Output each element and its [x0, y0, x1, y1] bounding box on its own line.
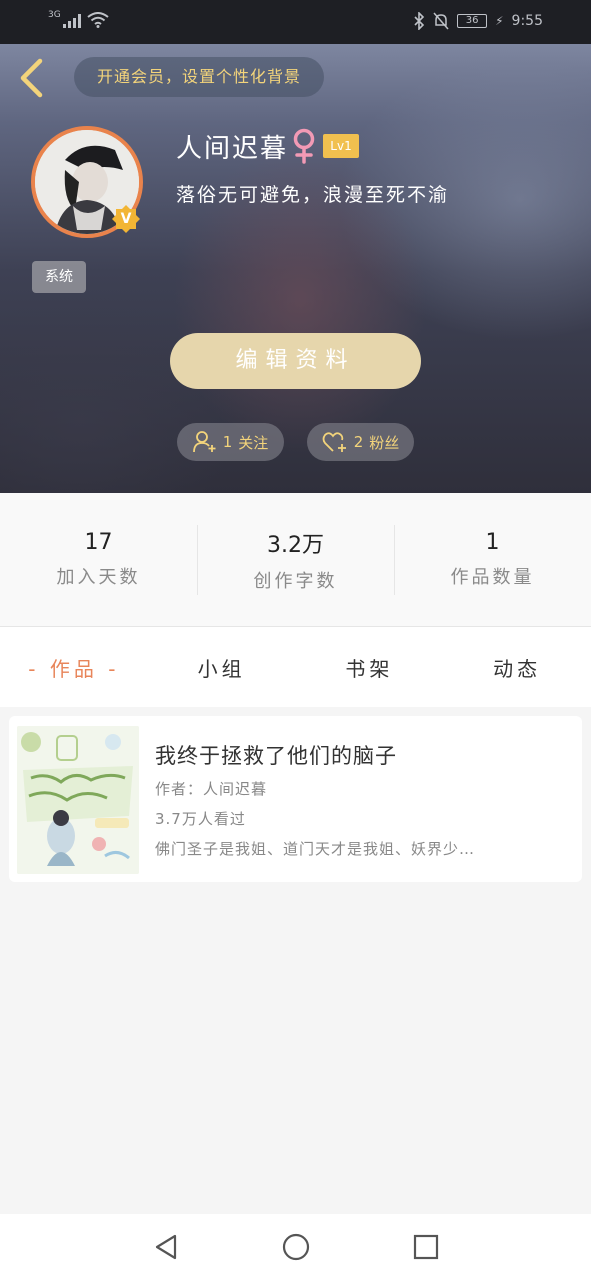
stat-works-count: 1 作品数量	[394, 524, 591, 595]
stat-value: 1	[485, 530, 500, 555]
work-views: 3.7万人看过	[155, 810, 246, 828]
female-icon	[293, 128, 315, 164]
wifi-icon	[87, 12, 109, 28]
work-card[interactable]: 我终于拯救了他们的脑子 作者：人间迟暮 3.7万人看过 佛门圣子是我姐、道门天才…	[9, 716, 582, 882]
verified-badge-icon: V	[111, 204, 141, 234]
system-nav-bar	[0, 1214, 591, 1280]
mute-bell-icon	[433, 12, 449, 30]
bluetooth-icon	[414, 12, 425, 30]
add-user-icon	[192, 431, 216, 453]
book-cover-image	[17, 726, 139, 874]
fans-button[interactable]: 2 粉丝	[307, 423, 414, 461]
status-right: 36 ⚡ 9:55	[413, 12, 543, 30]
clock: 9:55	[511, 13, 543, 29]
user-tag: 系统	[32, 261, 86, 293]
vip-promo-button[interactable]: 开通会员，设置个性化背景	[74, 57, 324, 97]
profile-header: 3G 36 ⚡ 9:55 开通会员，设置个性化背景 V 人间迟暮 Lv1 落俗无…	[0, 0, 591, 493]
stat-label: 加入天数	[56, 567, 141, 588]
work-author: 作者：人间迟暮	[155, 780, 268, 798]
tab-groups[interactable]: 小组	[148, 653, 296, 682]
stat-word-count: 3.2万 创作字数	[197, 524, 394, 595]
status-bar: 3G 36 ⚡ 9:55	[0, 0, 591, 44]
stat-label: 创作字数	[253, 570, 338, 592]
following-count: 1	[222, 433, 233, 451]
level-badge: Lv1	[323, 134, 359, 158]
tab-activity[interactable]: 动态	[443, 653, 591, 682]
charging-icon: ⚡	[495, 14, 504, 28]
nav-recents-button[interactable]	[411, 1232, 441, 1262]
battery-indicator: 36	[457, 14, 488, 28]
profile-tabs: - 作品 - 小组 书架 动态	[0, 627, 591, 707]
stat-value: 17	[84, 530, 113, 555]
triangle-back-icon	[155, 1234, 176, 1260]
stat-join-days: 17 加入天数	[0, 525, 197, 595]
nav-back-button[interactable]	[151, 1232, 181, 1262]
stats-bar: 17 加入天数 3.2万 创作字数 1 作品数量	[0, 493, 591, 626]
fans-count: 2	[353, 433, 364, 451]
stat-value: 3.2万	[267, 532, 324, 558]
add-heart-icon	[322, 432, 346, 452]
verified-badge-label: V	[120, 211, 132, 227]
nickname: 人间迟暮	[176, 134, 289, 164]
following-label: 关注	[238, 433, 269, 452]
status-left: 3G	[48, 10, 109, 28]
circle-home-icon	[282, 1233, 309, 1261]
work-title[interactable]: 我终于拯救了他们的脑子	[155, 740, 397, 770]
stat-label: 作品数量	[450, 567, 535, 588]
fans-label: 粉丝	[369, 433, 400, 452]
following-button[interactable]: 1 关注	[177, 423, 284, 461]
signal-icon	[62, 12, 81, 28]
tab-works[interactable]: - 作品 -	[0, 653, 148, 682]
chevron-left-icon	[20, 58, 43, 98]
square-recents-icon	[413, 1234, 438, 1260]
network-type: 3G	[48, 10, 61, 20]
signature: 落俗无可避免，浪漫至死不渝	[176, 184, 450, 206]
nav-home-button[interactable]	[281, 1232, 311, 1262]
tab-bookshelf[interactable]: 书架	[296, 653, 444, 682]
edit-profile-button[interactable]: 编辑资料	[170, 333, 421, 389]
back-button[interactable]	[14, 56, 48, 100]
work-description: 佛门圣子是我姐、道门天才是我姐、妖界少…	[155, 840, 476, 858]
